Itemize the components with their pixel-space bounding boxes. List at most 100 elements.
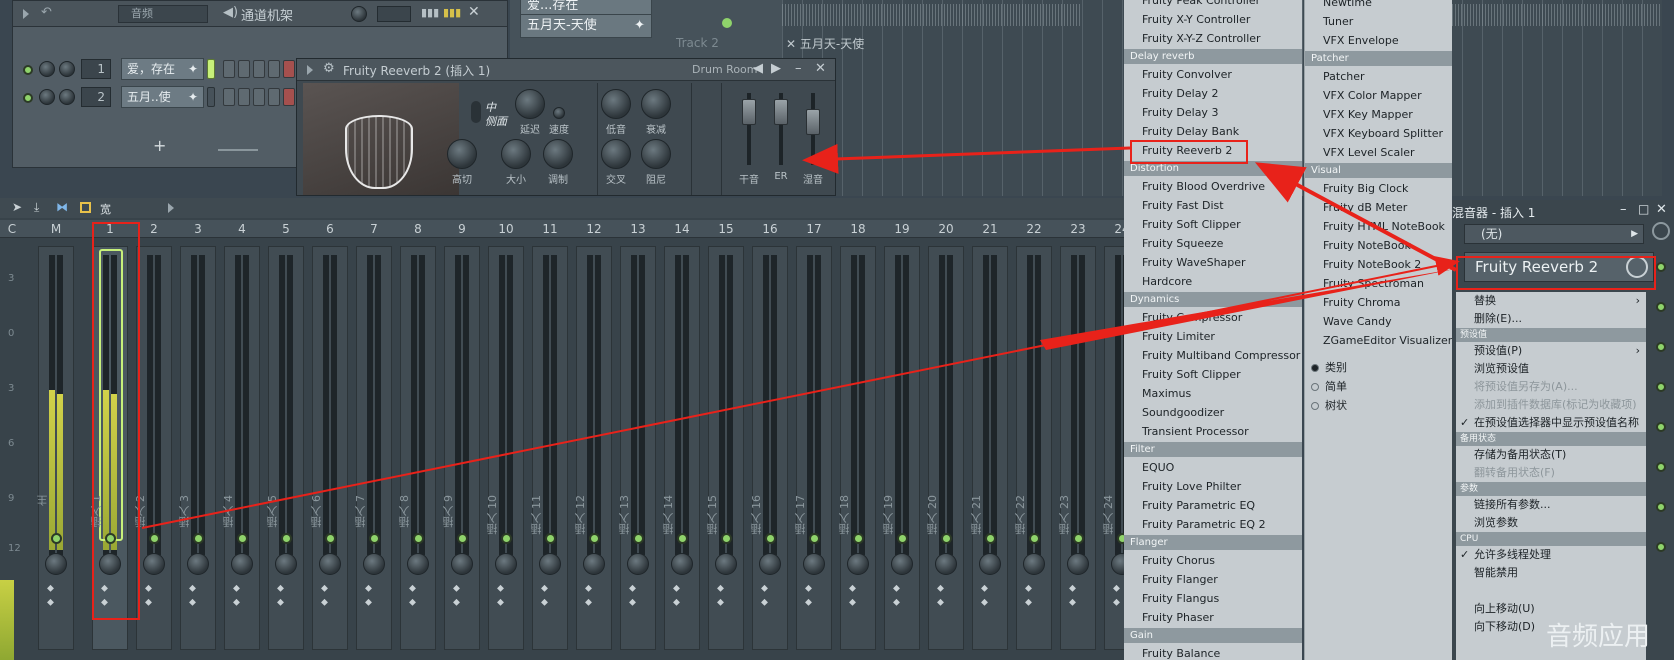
strip-pan-knob[interactable]	[979, 553, 1001, 575]
context-menu-item[interactable]: 链接所有参数...	[1456, 496, 1646, 514]
strip-enable-led[interactable]	[501, 533, 512, 544]
route-arrows-icon[interactable]: ⬥	[497, 597, 504, 608]
plugin-menu-item[interactable]: Fruity Blood Overdrive	[1124, 177, 1302, 196]
plugin-menu-item[interactable]: Maximus	[1124, 384, 1302, 403]
route-arrows-icon[interactable]: ⬥	[541, 583, 548, 594]
plugin-menu-item[interactable]: Fruity Parametric EQ	[1124, 496, 1302, 515]
channel-volume-knob[interactable]	[39, 61, 55, 77]
mixer-insert-strip[interactable]: 插入 5 ⬥ ⬥	[266, 246, 304, 650]
route-arrows-icon[interactable]: ⬥	[981, 583, 988, 594]
strip-pan-knob[interactable]	[45, 553, 67, 575]
strip-enable-led[interactable]	[809, 533, 820, 544]
mixer-insert-strip[interactable]: 插入 19 ⬥ ⬥	[882, 246, 920, 650]
graph-icon[interactable]: ▮▮▮	[421, 6, 439, 19]
route-arrows-icon[interactable]: ⬥	[1113, 597, 1120, 608]
strip-enable-led[interactable]	[413, 533, 424, 544]
channel-mixer-track[interactable]: 1	[81, 59, 111, 79]
plugin-menu-item[interactable]: Fruity Spectroman	[1305, 274, 1452, 293]
slot-enable-led[interactable]	[1656, 382, 1666, 392]
route-arrows-icon[interactable]: ⬥	[717, 583, 724, 594]
view-mode-option[interactable]: 树状	[1305, 396, 1452, 415]
slot-enable-led[interactable]	[1656, 342, 1666, 352]
route-arrows-icon[interactable]: ⬥	[233, 583, 240, 594]
slot-enable-led[interactable]	[1656, 502, 1666, 512]
strip-enable-led[interactable]	[765, 533, 776, 544]
route-arrows-icon[interactable]: ⬥	[629, 597, 636, 608]
strip-pan-knob[interactable]	[1067, 553, 1089, 575]
plugin-menu-item[interactable]: Fruity Fast Dist	[1124, 196, 1302, 215]
step-button[interactable]	[223, 60, 235, 78]
plugin-menu-item[interactable]: Fruity Convolver	[1124, 65, 1302, 84]
context-menu-item[interactable]	[1456, 582, 1646, 600]
plugin-menu-item[interactable]: VFX Keyboard Splitter	[1305, 124, 1452, 143]
route-arrows-icon[interactable]: ⬥	[1025, 597, 1032, 608]
strip-enable-led[interactable]	[369, 533, 380, 544]
channel-select-indicator[interactable]	[207, 59, 215, 79]
graph-toggle[interactable]	[377, 6, 411, 22]
channel-group-select[interactable]: 音频	[118, 5, 208, 23]
route-arrows-icon[interactable]: ⬥	[145, 583, 152, 594]
undo-icon[interactable]: ↶	[41, 5, 52, 20]
route-arrows-icon[interactable]: ⬥	[629, 583, 636, 594]
strip-enable-led[interactable]	[1073, 533, 1084, 544]
strip-pan-knob[interactable]	[451, 553, 473, 575]
route-arrows-icon[interactable]: ⬥	[1113, 583, 1120, 594]
context-menu-item[interactable]: 允许多线程处理 ✓	[1456, 546, 1646, 564]
view-mode-option[interactable]: 类别	[1305, 358, 1452, 377]
plugin-menu-item[interactable]: Fruity X-Y Controller	[1124, 10, 1302, 29]
plugin-menu-item[interactable]: Fruity Limiter	[1124, 327, 1302, 346]
plugin-menu-item[interactable]: Fruity Phaser	[1124, 608, 1302, 627]
mixer-master-strip[interactable]: 主 ⬥ ⬥	[36, 246, 74, 650]
preset-name[interactable]: Drum Room	[692, 63, 758, 76]
route-arrows-icon[interactable]: ⬥	[277, 583, 284, 594]
plugin-menu-item[interactable]: VFX Level Scaler	[1305, 143, 1452, 162]
route-arrows-icon[interactable]: ⬥	[805, 597, 812, 608]
route-arrows-icon[interactable]: ⬥	[717, 597, 724, 608]
mid-side-switch[interactable]	[471, 101, 481, 123]
strip-enable-led[interactable]	[941, 533, 952, 544]
route-arrows-icon[interactable]: ⬥	[189, 597, 196, 608]
mod-knob[interactable]	[543, 139, 573, 169]
slot-enable-led[interactable]	[1656, 262, 1666, 272]
mixer-insert-strip[interactable]: 插入 14 ⬥ ⬥	[662, 246, 700, 650]
strip-pan-knob[interactable]	[319, 553, 341, 575]
strip-pan-knob[interactable]	[187, 553, 209, 575]
track-enable-led[interactable]	[722, 18, 732, 28]
route-arrows-icon[interactable]: ⬥	[497, 583, 504, 594]
strip-pan-knob[interactable]	[847, 553, 869, 575]
strip-pan-knob[interactable]	[495, 553, 517, 575]
step-button[interactable]	[253, 60, 265, 78]
crossover-knob[interactable]	[601, 139, 631, 169]
strip-enable-led[interactable]	[545, 533, 556, 544]
mixer-insert-strip[interactable]: 插入 4 ⬥ ⬥	[222, 246, 260, 650]
route-arrows-icon[interactable]: ⬥	[453, 597, 460, 608]
route-arrows-icon[interactable]: ⬥	[189, 583, 196, 594]
route-arrows-icon[interactable]: ⬥	[233, 597, 240, 608]
expand-icon[interactable]	[307, 65, 313, 75]
plugin-menu-item[interactable]: Fruity Love Philter	[1124, 477, 1302, 496]
route-arrows-icon[interactable]: ⬥	[409, 597, 416, 608]
plugin-menu-item[interactable]: Fruity Multiband Compressor	[1124, 346, 1302, 365]
route-arrows-icon[interactable]: ⬥	[1069, 597, 1076, 608]
route-arrows-icon[interactable]: ⬥	[937, 597, 944, 608]
close-icon[interactable]: ✕	[815, 61, 826, 76]
playlist-clip-chip[interactable]: 五月天-天使 ✦	[520, 14, 652, 38]
route-arrows-icon[interactable]: ⬥	[145, 597, 152, 608]
er-fader[interactable]	[774, 99, 788, 125]
route-arrows-icon[interactable]: ⬥	[47, 597, 54, 608]
plugin-menu-item[interactable]: EQUO	[1124, 458, 1302, 477]
minimize-icon[interactable]: –	[795, 61, 802, 76]
next-preset-icon[interactable]: ▶	[771, 61, 781, 76]
slot-enable-led[interactable]	[1656, 422, 1666, 432]
route-arrows-icon[interactable]: ⬥	[761, 583, 768, 594]
plugin-menu-item[interactable]: Fruity Chroma	[1305, 293, 1452, 312]
plugin-menu-item[interactable]: Fruity Peak Controller	[1124, 0, 1302, 10]
step-button[interactable]	[283, 60, 295, 78]
plugin-menu-item[interactable]: Fruity Flanger	[1124, 570, 1302, 589]
route-arrows-icon[interactable]: ⬥	[321, 597, 328, 608]
context-menu-item[interactable]: 浏览参数	[1456, 514, 1646, 532]
strip-enable-led[interactable]	[589, 533, 600, 544]
strip-enable-led[interactable]	[985, 533, 996, 544]
channel-select-indicator[interactable]	[207, 87, 215, 107]
slot-enable-led[interactable]	[1656, 462, 1666, 472]
